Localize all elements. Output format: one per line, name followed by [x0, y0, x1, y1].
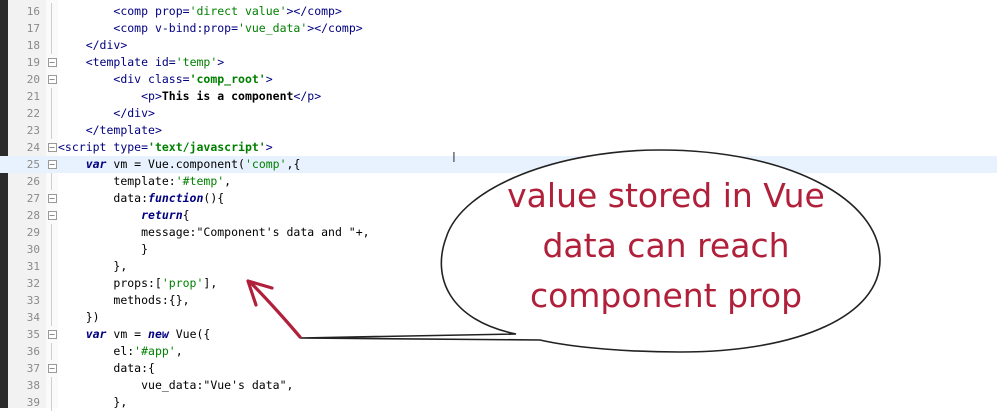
callout-line-1: value stored in Vue	[507, 176, 825, 215]
annotation-arrow-icon	[248, 280, 302, 339]
callout-line-3: component prop	[529, 276, 803, 315]
callout-line-2: data can reach	[542, 226, 790, 265]
